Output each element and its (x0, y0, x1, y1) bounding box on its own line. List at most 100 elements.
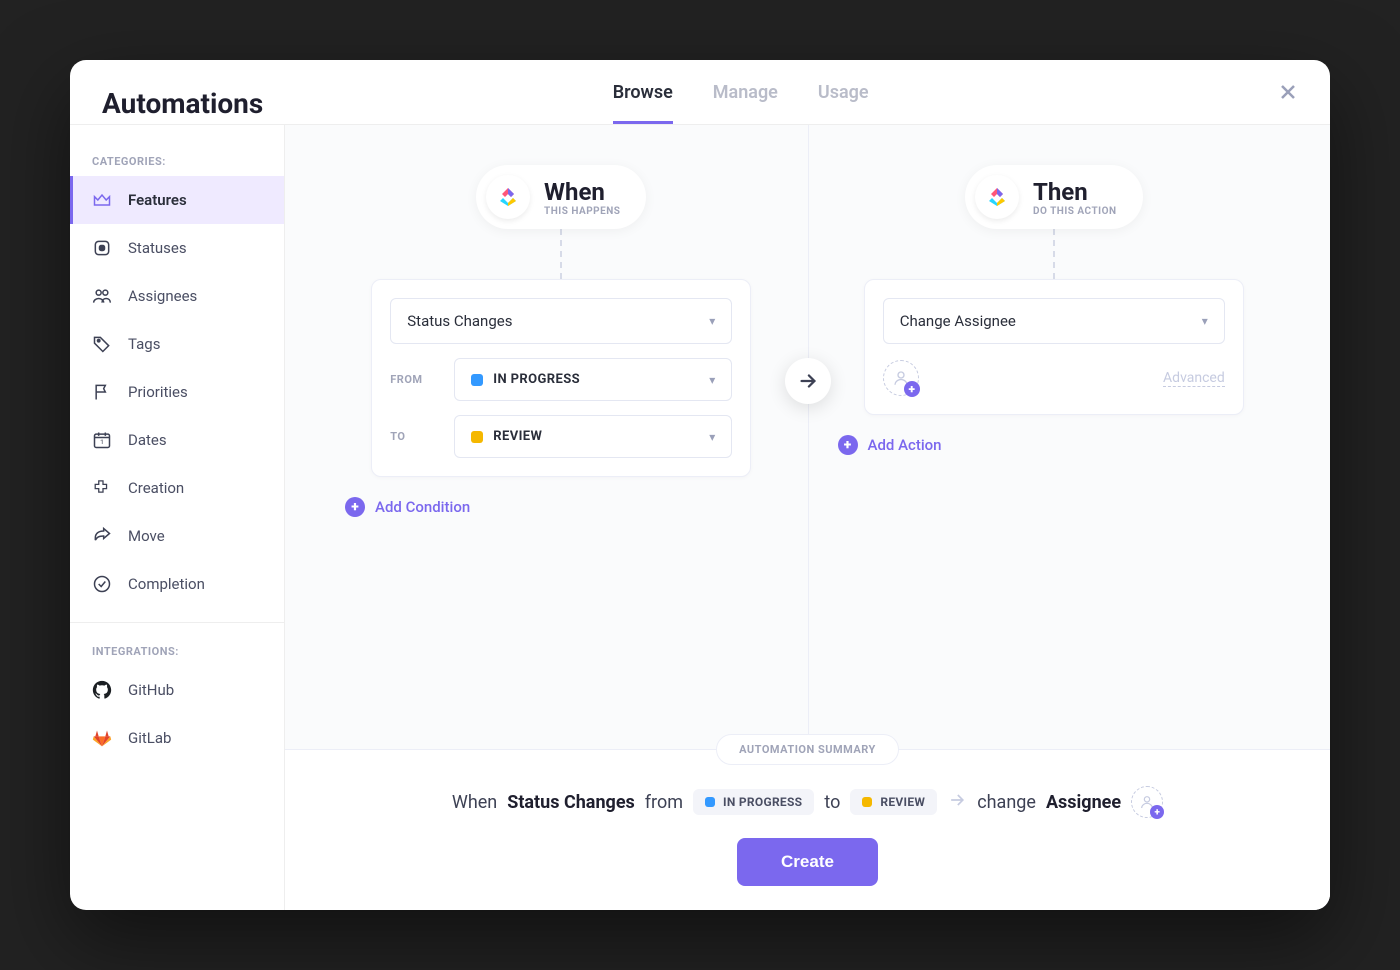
tab-usage[interactable]: Usage (818, 82, 869, 124)
check-circle-icon (92, 574, 112, 594)
when-title: When (544, 178, 620, 206)
sidebar-item-priorities[interactable]: Priorities (70, 368, 284, 416)
sidebar-item-completion[interactable]: Completion (70, 560, 284, 608)
then-subtitle: DO THIS ACTION (1033, 206, 1117, 217)
add-action-button[interactable]: + Add Action (838, 435, 942, 455)
sidebar-item-label: Move (128, 527, 165, 545)
from-label: FROM (390, 373, 440, 386)
trigger-select[interactable]: Status Changes ▾ (390, 298, 732, 344)
add-condition-button[interactable]: + Add Condition (345, 497, 470, 517)
summary-to-status: REVIEW (850, 789, 937, 815)
sidebar-item-assignees[interactable]: Assignees (70, 272, 284, 320)
sidebar-item-label: Assignees (128, 287, 197, 305)
summary-trigger: Status Changes (507, 792, 635, 813)
when-header-pill: When THIS HAPPENS (476, 165, 646, 229)
then-title: Then (1033, 178, 1117, 206)
automation-summary: AUTOMATION SUMMARY When Status Changes f… (285, 749, 1330, 910)
sidebar-item-creation[interactable]: Creation (70, 464, 284, 512)
sidebar-item-tags[interactable]: Tags (70, 320, 284, 368)
add-condition-label: Add Condition (375, 498, 470, 516)
chevron-down-icon: ▾ (1202, 314, 1208, 328)
summary-sentence: When Status Changes from IN PROGRESS to … (452, 786, 1163, 818)
status-color-dot (862, 797, 872, 807)
tab-manage[interactable]: Manage (713, 82, 778, 124)
sidebar-item-label: Features (128, 191, 187, 209)
tab-browse[interactable]: Browse (613, 82, 673, 124)
to-status-value: REVIEW (493, 429, 542, 444)
sidebar: CATEGORIES: Features Statuses Assignees (70, 125, 285, 910)
from-status-value: IN PROGRESS (493, 372, 580, 387)
share-icon (92, 526, 112, 546)
crown-icon (92, 190, 112, 210)
sidebar-item-label: GitLab (128, 729, 171, 747)
plus-outline-icon (92, 478, 112, 498)
when-column: When THIS HAPPENS Status Changes ▾ FROM (315, 165, 808, 739)
sidebar-item-statuses[interactable]: Statuses (70, 224, 284, 272)
sidebar-item-move[interactable]: Move (70, 512, 284, 560)
trigger-card: Status Changes ▾ FROM IN PROGRESS ▾ (371, 279, 751, 477)
close-button[interactable] (1274, 78, 1302, 106)
sidebar-item-gitlab[interactable]: GitLab (70, 714, 284, 762)
automation-builder: When THIS HAPPENS Status Changes ▾ FROM (285, 125, 1330, 749)
sidebar-item-dates[interactable]: 1 Dates (70, 416, 284, 464)
page-title: Automations (102, 87, 263, 120)
sidebar-item-github[interactable]: GitHub (70, 666, 284, 714)
sidebar-item-label: Tags (128, 335, 160, 353)
close-icon (1278, 82, 1298, 102)
clickup-logo-icon (486, 175, 530, 219)
modal-body: CATEGORIES: Features Statuses Assignees (70, 125, 1330, 910)
arrow-right-icon (797, 370, 819, 392)
sidebar-divider (70, 622, 284, 623)
sidebar-item-label: Priorities (128, 383, 188, 401)
then-column: Then DO THIS ACTION Change Assignee ▾ (808, 165, 1301, 739)
chevron-down-icon: ▾ (709, 373, 715, 387)
chevron-down-icon: ▾ (709, 430, 715, 444)
summary-label: AUTOMATION SUMMARY (716, 734, 899, 765)
gitlab-icon (92, 728, 112, 748)
plus-badge-icon: + (1150, 805, 1164, 819)
github-icon (92, 680, 112, 700)
add-assignee-button[interactable]: + (883, 360, 919, 396)
sidebar-item-label: Statuses (128, 239, 187, 257)
chevron-down-icon: ▾ (709, 314, 715, 328)
when-subtitle: THIS HAPPENS (544, 206, 620, 217)
summary-change-word: change (977, 792, 1036, 813)
summary-from-status: IN PROGRESS (693, 789, 814, 815)
summary-assignee-chip[interactable]: + (1131, 786, 1163, 818)
summary-when-word: When (452, 792, 497, 813)
action-select[interactable]: Change Assignee ▾ (883, 298, 1225, 344)
status-color-dot (705, 797, 715, 807)
header-tabs: Browse Manage Usage (613, 82, 869, 124)
action-card: Change Assignee ▾ + Advanced (864, 279, 1244, 415)
connector-line (1053, 229, 1055, 279)
sidebar-item-features[interactable]: Features (70, 176, 284, 224)
sidebar-item-label: Creation (128, 479, 184, 497)
from-status-select[interactable]: IN PROGRESS ▾ (454, 358, 732, 401)
modal-header: Automations Browse Manage Usage (70, 60, 1330, 125)
flow-arrow (785, 358, 831, 404)
svg-text:1: 1 (100, 438, 104, 446)
status-icon (92, 238, 112, 258)
trigger-select-value: Status Changes (407, 312, 512, 330)
main-content: When THIS HAPPENS Status Changes ▾ FROM (285, 125, 1330, 910)
arrow-right-icon (947, 790, 967, 815)
sidebar-item-label: GitHub (128, 681, 174, 699)
summary-action: Assignee (1046, 792, 1121, 813)
automations-modal: Automations Browse Manage Usage CATEGORI… (70, 60, 1330, 910)
clickup-logo-icon (975, 175, 1019, 219)
to-label: TO (390, 430, 440, 443)
sidebar-item-label: Completion (128, 575, 205, 593)
summary-from-word: from (645, 792, 683, 813)
summary-to-word: to (824, 792, 840, 813)
assignees-icon (92, 286, 112, 306)
to-status-select[interactable]: REVIEW ▾ (454, 415, 732, 458)
action-select-value: Change Assignee (900, 312, 1016, 330)
sidebar-integrations-heading: INTEGRATIONS: (70, 637, 284, 666)
flag-icon (92, 382, 112, 402)
advanced-link[interactable]: Advanced (1163, 370, 1225, 387)
plus-icon: + (345, 497, 365, 517)
plus-icon: + (838, 435, 858, 455)
create-button[interactable]: Create (737, 838, 878, 886)
then-header-pill: Then DO THIS ACTION (965, 165, 1143, 229)
calendar-icon: 1 (92, 430, 112, 450)
